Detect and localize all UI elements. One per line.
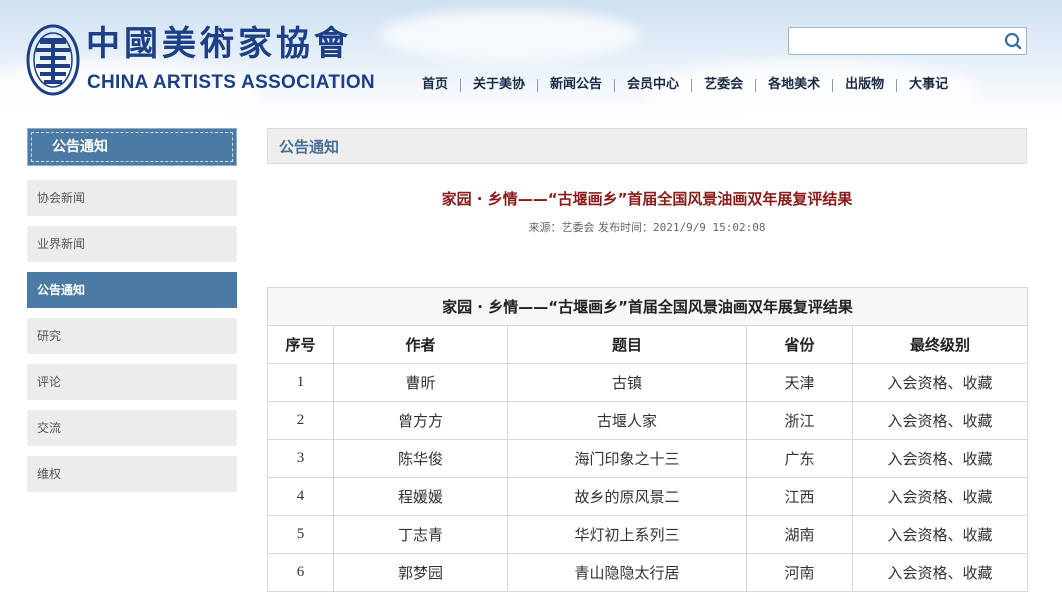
search-icon[interactable] [1003, 31, 1023, 51]
nav-item-regional[interactable]: 各地美术 [756, 74, 832, 96]
table-row: 2 曾方方 古堰人家 浙江 入会资格、收藏 [267, 401, 1028, 440]
row-title: 故乡的原风景二 [507, 477, 747, 516]
article-source: 来源：艺委会 [528, 221, 595, 234]
table-row: 1 曹昕 古镇 天津 入会资格、收藏 [267, 363, 1028, 402]
nav-item-members[interactable]: 会员中心 [615, 74, 691, 96]
row-level: 入会资格、收藏 [852, 439, 1028, 478]
row-index: 3 [267, 439, 334, 478]
sidebar-item-commentary[interactable]: 评论 [27, 364, 237, 400]
search-box[interactable] [788, 27, 1027, 55]
row-title: 青山隐隐太行居 [507, 553, 747, 592]
article-time: 2021/9/9 15:02:08 [652, 221, 766, 234]
column-header-province: 省份 [746, 325, 853, 364]
nav-item-about[interactable]: 关于美协 [461, 74, 537, 96]
nav-item-news[interactable]: 新闻公告 [538, 74, 614, 96]
row-author: 陈华俊 [333, 439, 508, 478]
row-province: 广东 [746, 439, 853, 478]
row-level: 入会资格、收藏 [852, 515, 1028, 554]
logo-chinese-text[interactable]: 中國美術家協會 [86, 24, 352, 64]
section-header: 公告通知 [267, 128, 1027, 164]
table-row: 3 陈华俊 海门印象之十三 广东 入会资格、收藏 [267, 439, 1028, 478]
column-header-title: 题目 [507, 325, 747, 364]
column-header-index: 序号 [267, 325, 334, 364]
site-header: 中國美術家協會 CHINA ARTISTS ASSOCIATION 首页 关于美… [0, 0, 1062, 118]
sidebar-item-association-news[interactable]: 协会新闻 [27, 180, 237, 216]
table-caption-row: 家园 · 乡情——“古堰画乡”首届全国风景油画双年展复评结果 [267, 287, 1028, 326]
table-row: 4 程媛媛 故乡的原风景二 江西 入会资格、收藏 [267, 477, 1028, 516]
row-title: 华灯初上系列三 [507, 515, 747, 554]
row-author: 郭梦园 [333, 553, 508, 592]
sidebar-item-exchange[interactable]: 交流 [27, 410, 237, 446]
row-level: 入会资格、收藏 [852, 401, 1028, 440]
row-province: 江西 [746, 477, 853, 516]
table-row: 6 郭梦园 青山隐隐太行居 河南 入会资格、收藏 [267, 553, 1028, 592]
sidebar-header: 公告通知 [27, 128, 237, 166]
table-caption: 家园 · 乡情——“古堰画乡”首届全国风景油画双年展复评结果 [267, 287, 1028, 326]
row-province: 湖南 [746, 515, 853, 554]
sidebar-title: 公告通知 [52, 139, 108, 155]
search-input[interactable] [793, 31, 993, 51]
row-province: 河南 [746, 553, 853, 592]
column-header-level: 最终级别 [852, 325, 1028, 364]
column-header-author: 作者 [333, 325, 508, 364]
nav-item-events[interactable]: 大事记 [897, 74, 960, 96]
row-title: 海门印象之十三 [507, 439, 747, 478]
results-table: 家园 · 乡情——“古堰画乡”首届全国风景油画双年展复评结果 序号 作者 题目 … [267, 287, 1028, 592]
article-meta: 来源：艺委会 发布时间：2021/9/9 15:02:08 [267, 219, 1027, 235]
sidebar-item-announcements[interactable]: 公告通知 [27, 272, 237, 308]
row-province: 天津 [746, 363, 853, 402]
row-index: 2 [267, 401, 334, 440]
sidebar-item-rights[interactable]: 维权 [27, 456, 237, 492]
section-title: 公告通知 [279, 138, 340, 156]
cloud-decoration [380, 10, 640, 60]
article-title: 家园 · 乡情——“古堰画乡”首届全国风景油画双年展复评结果 [441, 190, 853, 208]
nav-item-committee[interactable]: 艺委会 [692, 74, 755, 96]
row-index: 5 [267, 515, 334, 554]
row-level: 入会资格、收藏 [852, 553, 1028, 592]
row-author: 曾方方 [333, 401, 508, 440]
main-nav: 首页 关于美协 新闻公告 会员中心 艺委会 各地美术 出版物 大事记 [410, 74, 960, 96]
row-title: 古镇 [507, 363, 747, 402]
row-level: 入会资格、收藏 [852, 477, 1028, 516]
table-header-row: 序号 作者 题目 省份 最终级别 [267, 325, 1028, 364]
row-author: 丁志青 [333, 515, 508, 554]
table-row: 5 丁志青 华灯初上系列三 湖南 入会资格、收藏 [267, 515, 1028, 554]
article-time-label: 发布时间： [597, 221, 653, 234]
sidebar-item-research[interactable]: 研究 [27, 318, 237, 354]
nav-item-home[interactable]: 首页 [410, 74, 460, 96]
sidebar-item-industry-news[interactable]: 业界新闻 [27, 226, 237, 262]
row-title: 古堰人家 [507, 401, 747, 440]
row-index: 4 [267, 477, 334, 516]
row-province: 浙江 [746, 401, 853, 440]
row-author: 程媛媛 [333, 477, 508, 516]
row-level: 入会资格、收藏 [852, 363, 1028, 402]
nav-item-publications[interactable]: 出版物 [833, 74, 896, 96]
row-author: 曹昕 [333, 363, 508, 402]
logo-english-text[interactable]: CHINA ARTISTS ASSOCIATION [87, 72, 375, 94]
row-index: 6 [267, 553, 334, 592]
association-emblem-icon[interactable] [26, 24, 80, 96]
row-index: 1 [267, 363, 334, 402]
